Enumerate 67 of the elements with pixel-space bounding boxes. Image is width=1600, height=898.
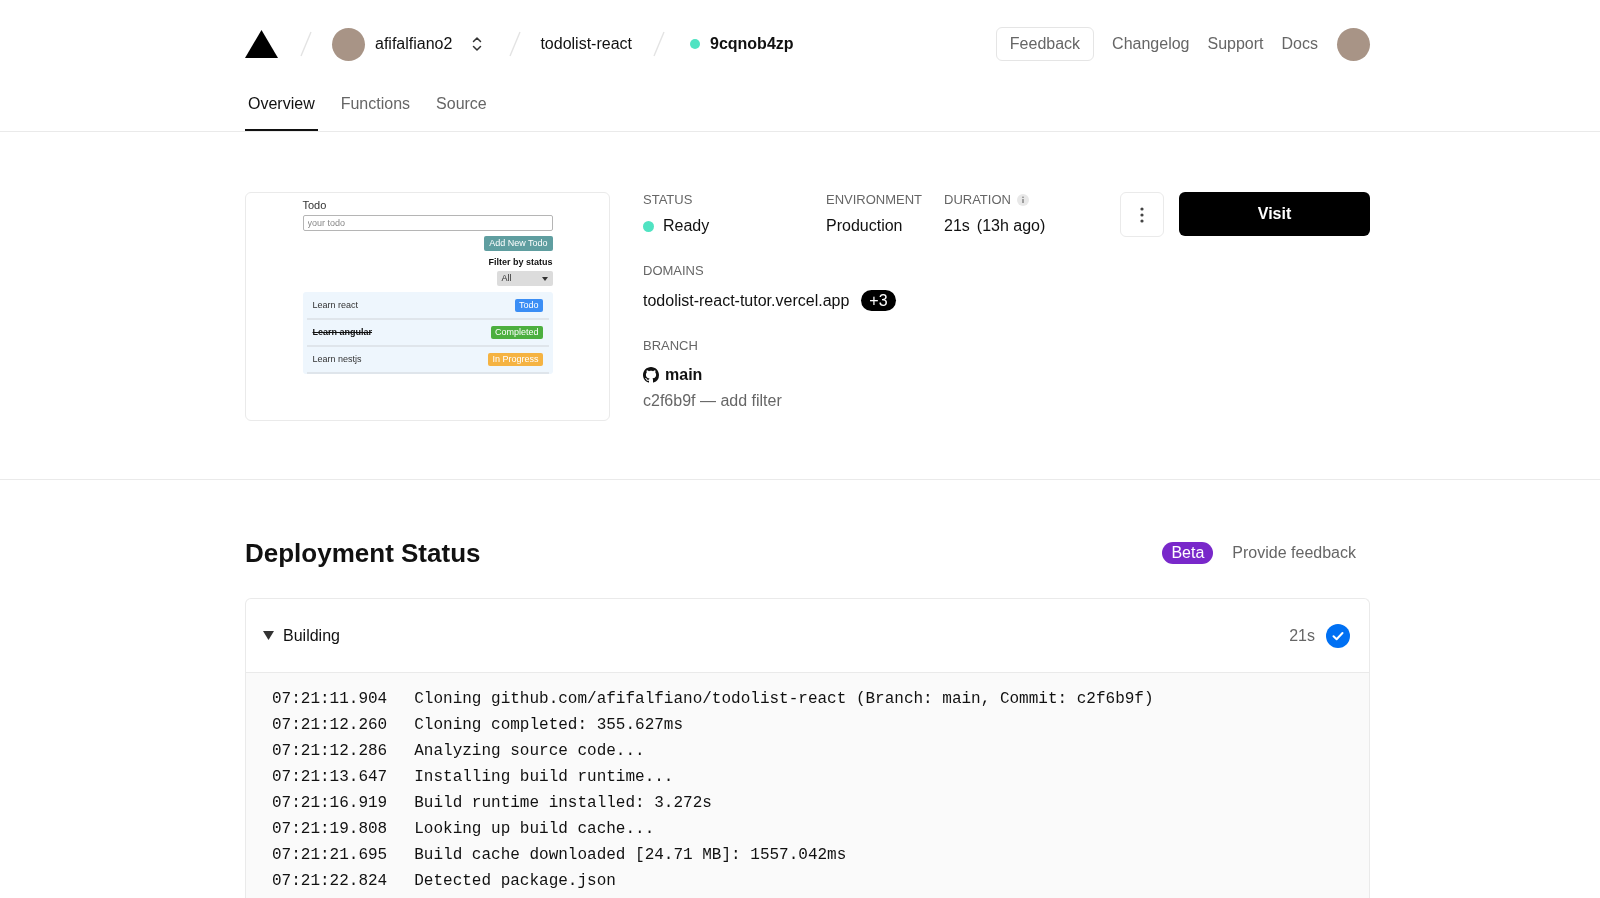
visit-button[interactable]: Visit <box>1179 192 1370 236</box>
nav-link[interactable]: Docs <box>1281 32 1318 56</box>
app-title: Todo <box>302 199 327 212</box>
more-domains-badge[interactable]: +3 <box>861 290 896 311</box>
filter-label: Filter by status <box>488 256 553 268</box>
field-label: STATUS <box>643 192 693 208</box>
triangle-logo-icon[interactable] <box>245 30 278 58</box>
section-heading: Deployment Status <box>245 537 481 570</box>
log-message: Looking up build cache... <box>414 819 655 840</box>
log-timestamp: 07:21:21.695 <box>272 845 388 866</box>
todo-text: Learn nestjs <box>312 352 362 366</box>
field-label: ENVIRONMENT <box>826 192 923 208</box>
github-icon <box>643 367 659 383</box>
commit-message: c2f6b9f — add filter <box>643 391 782 411</box>
log-message: Build runtime installed: 3.272s <box>414 793 712 814</box>
info-icon[interactable] <box>1016 194 1029 206</box>
caret-down-icon <box>541 276 548 281</box>
log-message: Installing build runtime... <box>414 767 674 788</box>
branch-link[interactable]: main <box>665 365 703 385</box>
vertical-dots-icon <box>1140 206 1144 223</box>
log-timestamp: 07:21:11.904 <box>272 689 388 710</box>
tab[interactable]: Functions <box>337 88 414 131</box>
slash-separator-icon <box>300 31 312 57</box>
environment-value: Production <box>826 216 903 236</box>
todo-text: Learn react <box>312 298 359 312</box>
deployment-id: 9cqnob4zp <box>710 34 794 54</box>
todo-status-badge: In Progress <box>488 353 543 366</box>
log-message: Analyzing source code... <box>414 741 645 762</box>
avatar <box>332 27 365 61</box>
log-timestamp: 07:21:13.647 <box>272 767 388 788</box>
field-label: BRANCH <box>643 338 698 354</box>
todo-status-badge: Completed <box>490 326 543 339</box>
avatar[interactable] <box>1337 27 1370 61</box>
relative-time: (13h ago) <box>976 216 1046 236</box>
tab[interactable]: Source <box>433 88 490 131</box>
preview-card[interactable]: Todo your todo Add New Todo Filter by status All Learn react Todo Learn angular Completed Learn nestjs In Progress <box>245 192 610 421</box>
beta-badge: Beta <box>1162 542 1214 564</box>
field-label: DURATION <box>944 192 1011 208</box>
duration-value: 21s <box>944 216 970 236</box>
log-timestamp: 07:21:12.260 <box>272 715 388 736</box>
project-name[interactable]: todolist-react <box>540 32 632 56</box>
log-message: Build cache downloaded [24.71 MB]: 1557.042ms <box>414 845 847 866</box>
todo-status-badge: Todo <box>514 299 543 312</box>
todo-text: Learn angular <box>312 325 372 339</box>
step-duration: 21s <box>1289 625 1315 646</box>
nav-link[interactable]: Support <box>1207 32 1264 56</box>
todo-input[interactable]: your todo <box>302 215 553 231</box>
tab[interactable]: Overview <box>245 88 318 131</box>
feedback-link[interactable]: Provide feedback <box>1218 535 1370 571</box>
status-value: Ready <box>663 216 710 236</box>
log-timestamp: 07:21:16.919 <box>272 793 388 814</box>
nav-link[interactable]: Changelog <box>1112 32 1190 56</box>
feedback-button[interactable]: Feedback <box>995 27 1095 61</box>
step-toggle[interactable]: Building <box>263 623 340 648</box>
slash-separator-icon <box>653 31 665 57</box>
domain-link[interactable]: todolist-react-tutor.vercel.app <box>643 290 850 311</box>
status-select[interactable]: All <box>496 271 553 286</box>
slash-separator-icon <box>509 31 522 57</box>
log-message: Detected package.json <box>414 871 616 892</box>
chevron-up-down-icon[interactable] <box>472 36 483 52</box>
log-timestamp: 07:21:12.286 <box>272 741 388 762</box>
team-name[interactable]: afifalfiano2 <box>375 32 453 56</box>
log-timestamp: 07:21:19.808 <box>272 819 388 840</box>
field-label: DOMAINS <box>643 263 704 279</box>
log-message: Cloning github.com/afifalfiano/todolist-react (Branch: main, Commit: c2f6b9f) <box>414 689 1154 710</box>
log-message: Cloning completed: 355.627ms <box>414 715 684 736</box>
log-timestamp: 07:21:22.824 <box>272 871 388 892</box>
